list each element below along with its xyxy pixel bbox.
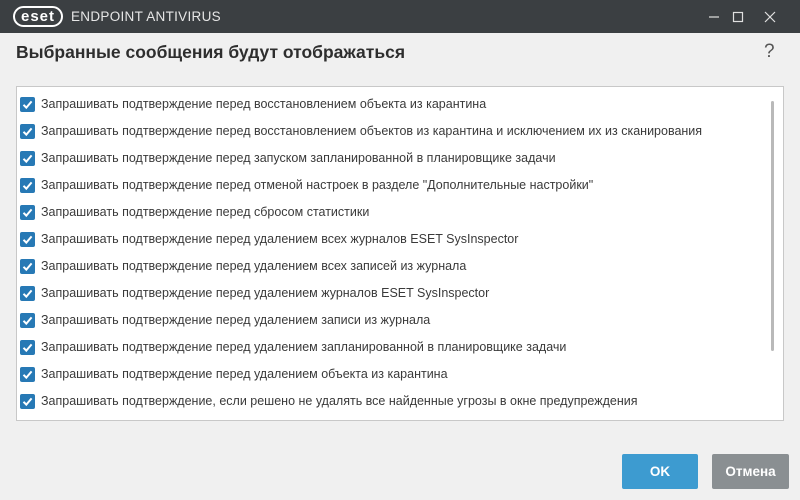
checkbox[interactable] [20,150,35,166]
checkbox[interactable] [20,339,35,355]
list-item-label: Запрашивать подтверждение перед сбросом … [41,205,370,219]
checkmark-icon [22,154,33,163]
list-item-label: Запрашивать подтверждение перед удаление… [41,340,567,354]
list-item[interactable]: Запрашивать подтверждение перед удаление… [20,255,466,277]
checkbox[interactable] [20,177,35,193]
ok-button[interactable]: OK [622,454,698,489]
dialog-heading: Выбранные сообщения будут отображаться [16,42,406,62]
list-item[interactable]: Запрашивать подтверждение перед удаление… [20,336,566,358]
checkmark-icon [22,235,33,244]
scrollbar-thumb[interactable] [771,101,774,351]
checkmark-icon [22,181,33,190]
checkbox[interactable] [20,231,35,247]
list-item[interactable]: Запрашивать подтверждение, если решено н… [20,390,638,412]
list-item-label: Запрашивать подтверждение перед отменой … [41,178,594,192]
list-item[interactable]: Запрашивать подтверждение перед запуском… [20,147,556,169]
title-bar: eset ENDPOINT ANTIVIRUS [0,0,800,33]
checkbox[interactable] [20,96,35,112]
checkmark-icon [22,289,33,298]
list-item-label: Запрашивать подтверждение перед удаление… [41,232,519,246]
scrollbar[interactable] [771,101,774,351]
checkmark-icon [22,370,33,379]
help-icon[interactable]: ? [764,41,775,63]
maximize-icon [732,11,744,22]
checkbox[interactable] [20,258,35,274]
eset-logo: eset [13,6,63,27]
checkmark-icon [22,208,33,217]
list-item-label: Запрашивать подтверждение, если решено н… [41,394,638,408]
close-icon [764,11,776,22]
close-button[interactable] [754,0,786,33]
checkmark-icon [22,397,33,406]
app-title: ENDPOINT ANTIVIRUS [71,9,221,24]
checkbox[interactable] [20,366,35,382]
checkbox[interactable] [20,285,35,301]
list-item[interactable]: Запрашивать подтверждение перед удаление… [20,282,489,304]
list-item-label: Запрашивать подтверждение перед удаление… [41,286,490,300]
list-item[interactable]: Запрашивать подтверждение перед отменой … [20,174,593,196]
list-item-label: Запрашивать подтверждение перед запуском… [41,151,556,165]
list-item[interactable]: Запрашивать подтверждение перед удаление… [20,228,518,250]
checkbox[interactable] [20,312,35,328]
list-item-label: Запрашивать подтверждение перед восстано… [41,97,487,111]
maximize-button[interactable] [722,0,754,33]
list-item[interactable] [20,417,41,422]
list-item[interactable]: Запрашивать подтверждение перед удаление… [20,309,430,331]
checkmark-icon [22,262,33,271]
checkbox[interactable] [20,421,35,422]
list-item-label: Запрашивать подтверждение перед удаление… [41,259,467,273]
checkbox[interactable] [20,204,35,220]
checkmark-icon [22,316,33,325]
list-item-label: Запрашивать подтверждение перед удаление… [41,313,431,327]
cancel-button[interactable]: Отмена [712,454,789,489]
checkbox[interactable] [20,393,35,409]
list-item[interactable]: Запрашивать подтверждение перед восстано… [20,120,702,142]
list-item[interactable]: Запрашивать подтверждение перед сбросом … [20,201,369,223]
list-item[interactable]: Запрашивать подтверждение перед удаление… [20,363,448,385]
list-item[interactable]: Запрашивать подтверждение перед восстано… [20,93,486,115]
list-item-label: Запрашивать подтверждение перед удаление… [41,367,448,381]
minimize-icon [709,15,719,18]
checkmark-icon [22,127,33,136]
messages-list[interactable]: Запрашивать подтверждение перед восстано… [16,86,784,421]
checkmark-icon [22,100,33,109]
checkbox[interactable] [20,123,35,139]
list-item-label: Запрашивать подтверждение перед восстано… [41,124,703,138]
checkmark-icon [22,343,33,352]
